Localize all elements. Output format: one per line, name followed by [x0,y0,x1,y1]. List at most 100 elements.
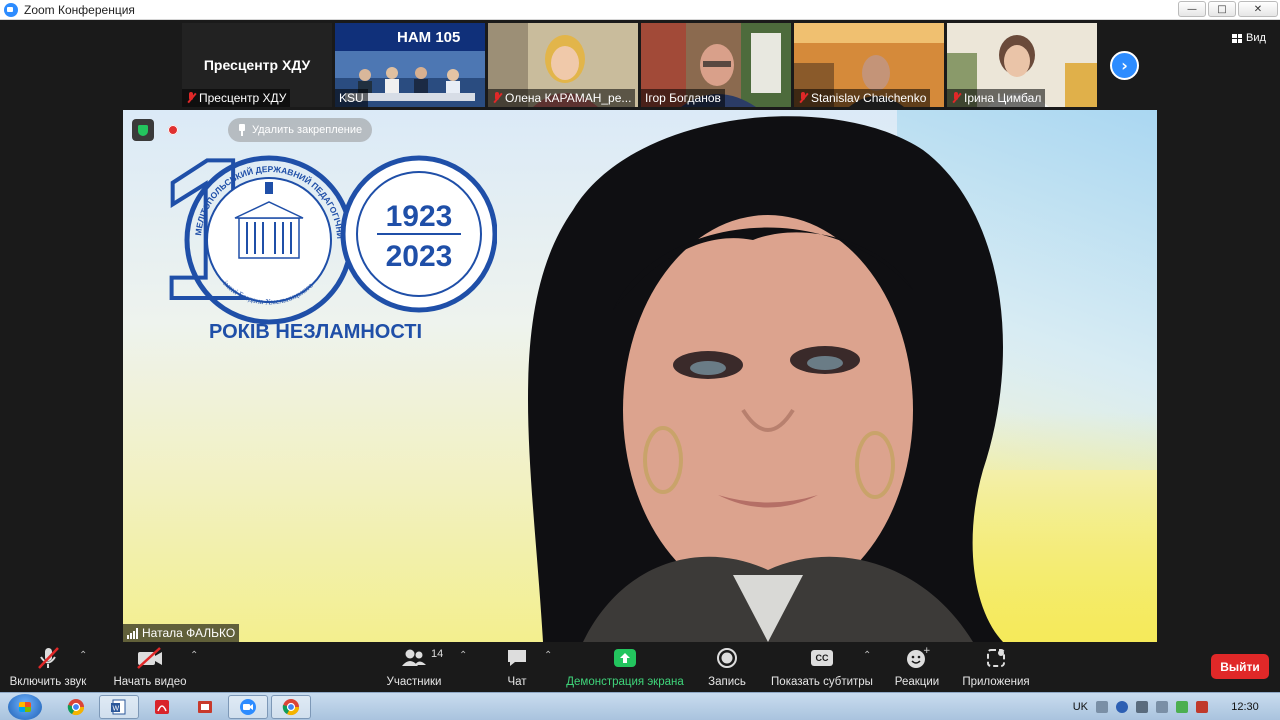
mic-muted-icon [798,92,808,104]
share-screen-icon [612,646,638,670]
share-screen-label: Демонстрация экрана [566,676,684,688]
language-indicator[interactable]: UK [1073,701,1088,713]
participant-tile-ihor[interactable]: Ігор Богданов [641,23,791,107]
participant-name: Ігор Богданов [645,91,721,105]
reactions-label: Реакции [894,676,940,688]
start-button[interactable] [8,694,42,720]
mic-muted-icon [492,92,502,104]
participants-button[interactable]: 14 Участники [384,646,444,690]
reactions-button[interactable]: + Реакции [892,646,942,690]
signal-strength-icon [127,627,138,639]
window-controls: — □ ✕ [1178,1,1278,17]
system-tray: UK 12:30 [1073,693,1280,720]
speaker-name: Натала ФАЛЬКО [142,626,236,640]
apps-icon [984,646,1008,670]
participant-tile-olena[interactable]: Олена КАРАМАН_ре... [488,23,638,107]
acrobat-taskbar-icon[interactable] [142,695,182,719]
logo-year-end: 2023 [386,240,453,273]
zoom-taskbar-icon[interactable] [228,695,268,719]
ksu-banner: НАМ 105 [397,29,460,46]
unmute-label: Включить звук [9,676,87,688]
video-options-caret[interactable]: ⌃ [190,650,198,661]
mic-muted-icon [951,92,961,104]
closed-captions-icon: CC [811,646,833,670]
meeting-toolbar: Включить звук ⌃ Начать видео ⌃ 14 Участн… [0,642,1280,692]
participants-count: 14 [431,648,444,660]
participant-name: Stanislav Chaichenko [811,91,927,105]
presentation-taskbar-icon[interactable] [185,695,225,719]
participant-tile-stanislav[interactable]: Stanislav Chaichenko [794,23,944,107]
video-off-icon [136,646,164,670]
participant-tile-ksu[interactable]: НАМ 105 KSU [335,23,485,107]
emoji-reaction-icon: + [904,646,930,670]
word-taskbar-icon[interactable]: W [99,695,139,719]
participant-strip: Пресцентр ХДУ Пресцентр ХДУ НАМ 105 KSU [0,20,1280,110]
clock[interactable]: 12:30 [1216,701,1274,713]
chrome-window-taskbar-icon[interactable] [271,695,311,719]
tray-arrow-icon[interactable] [1136,701,1148,713]
participant-tile-self[interactable]: Пресцентр ХДУ Пресцентр ХДУ [182,23,332,107]
captions-button[interactable]: CC Показать субтитры [770,646,874,690]
chat-options-caret[interactable]: ⌃ [544,650,552,661]
view-label: Вид [1246,32,1266,44]
view-button[interactable]: Вид [1232,32,1266,44]
volume-icon[interactable] [1156,701,1168,713]
participant-label: Ірина Цимбал [947,89,1046,107]
main-video: 1 МЕЛІТОПОЛЬСЬКИЙ ДЕРЖАВНИЙ ПЕДАГОГІЧНИЙ… [123,110,1157,642]
encryption-shield-icon[interactable] [132,119,154,141]
svg-text:+: + [923,646,930,656]
chevron-right-icon: › [1121,56,1128,75]
chat-icon [505,646,529,670]
security-icon[interactable] [1196,701,1208,713]
record-button[interactable]: Запись [704,646,750,690]
mic-muted-icon [186,92,196,104]
participant-label: Пресцентр ХДУ [182,89,291,107]
apps-label: Приложения [962,676,1030,688]
participant-name: Олена КАРАМАН_ре... [505,91,632,105]
apps-button[interactable]: Приложения [960,646,1032,690]
share-screen-button[interactable]: Демонстрация экрана [565,646,685,690]
mic-muted-icon [36,646,60,670]
close-button[interactable]: ✕ [1238,1,1278,17]
record-icon [715,646,739,670]
leave-button[interactable]: Выйти [1211,654,1269,679]
maximize-button[interactable]: □ [1208,1,1236,17]
start-video-label: Начать видео [113,676,187,688]
participant-label: Олена КАРАМАН_ре... [488,89,636,107]
speaker-video [528,116,1003,642]
zoom-logo-icon [4,2,18,17]
participant-label: Ігор Богданов [641,89,725,107]
windows-taskbar: W UK 12:30 [0,692,1280,720]
chat-button[interactable]: Чат [496,646,538,690]
participant-name: Ірина Цимбал [964,91,1042,105]
minimize-button[interactable]: — [1178,1,1206,17]
svg-text:W: W [113,706,120,713]
unpin-label: Удалить закрепление [252,124,363,136]
recording-indicator-icon [168,125,178,135]
captions-options-caret[interactable]: ⌃ [863,650,871,661]
unmute-button[interactable]: Включить звук [8,646,88,690]
grid-view-icon [1232,33,1242,43]
participant-tile-iryna[interactable]: Ірина Цимбал [947,23,1097,107]
pin-icon [238,124,246,136]
chat-label: Чат [507,676,527,688]
participant-label: KSU [335,89,368,107]
keyboard-icon[interactable] [1096,701,1108,713]
participant-name: KSU [339,91,364,105]
participants-icon: 14 [401,646,443,670]
help-icon[interactable] [1116,701,1128,713]
participants-options-caret[interactable]: ⌃ [459,650,467,661]
next-page-button[interactable]: › [1110,51,1139,80]
chrome-taskbar-icon[interactable] [56,695,96,719]
audio-options-caret[interactable]: ⌃ [79,650,87,661]
speaker-name-label: Натала ФАЛЬКО [123,624,240,642]
participant-label: Stanislav Chaichenko [794,89,931,107]
network-signal-icon[interactable] [1176,701,1188,713]
participant-name: Пресцентр ХДУ [199,91,287,105]
logo-year-start: 1923 [386,200,453,233]
captions-label: Показать субтитры [771,676,873,688]
unpin-button[interactable]: Удалить закрепление [228,118,373,142]
window-title: Zoom Конференция [24,2,135,17]
start-video-button[interactable]: Начать видео [112,646,188,690]
title-bar: Zoom Конференция — □ ✕ [0,0,1280,20]
